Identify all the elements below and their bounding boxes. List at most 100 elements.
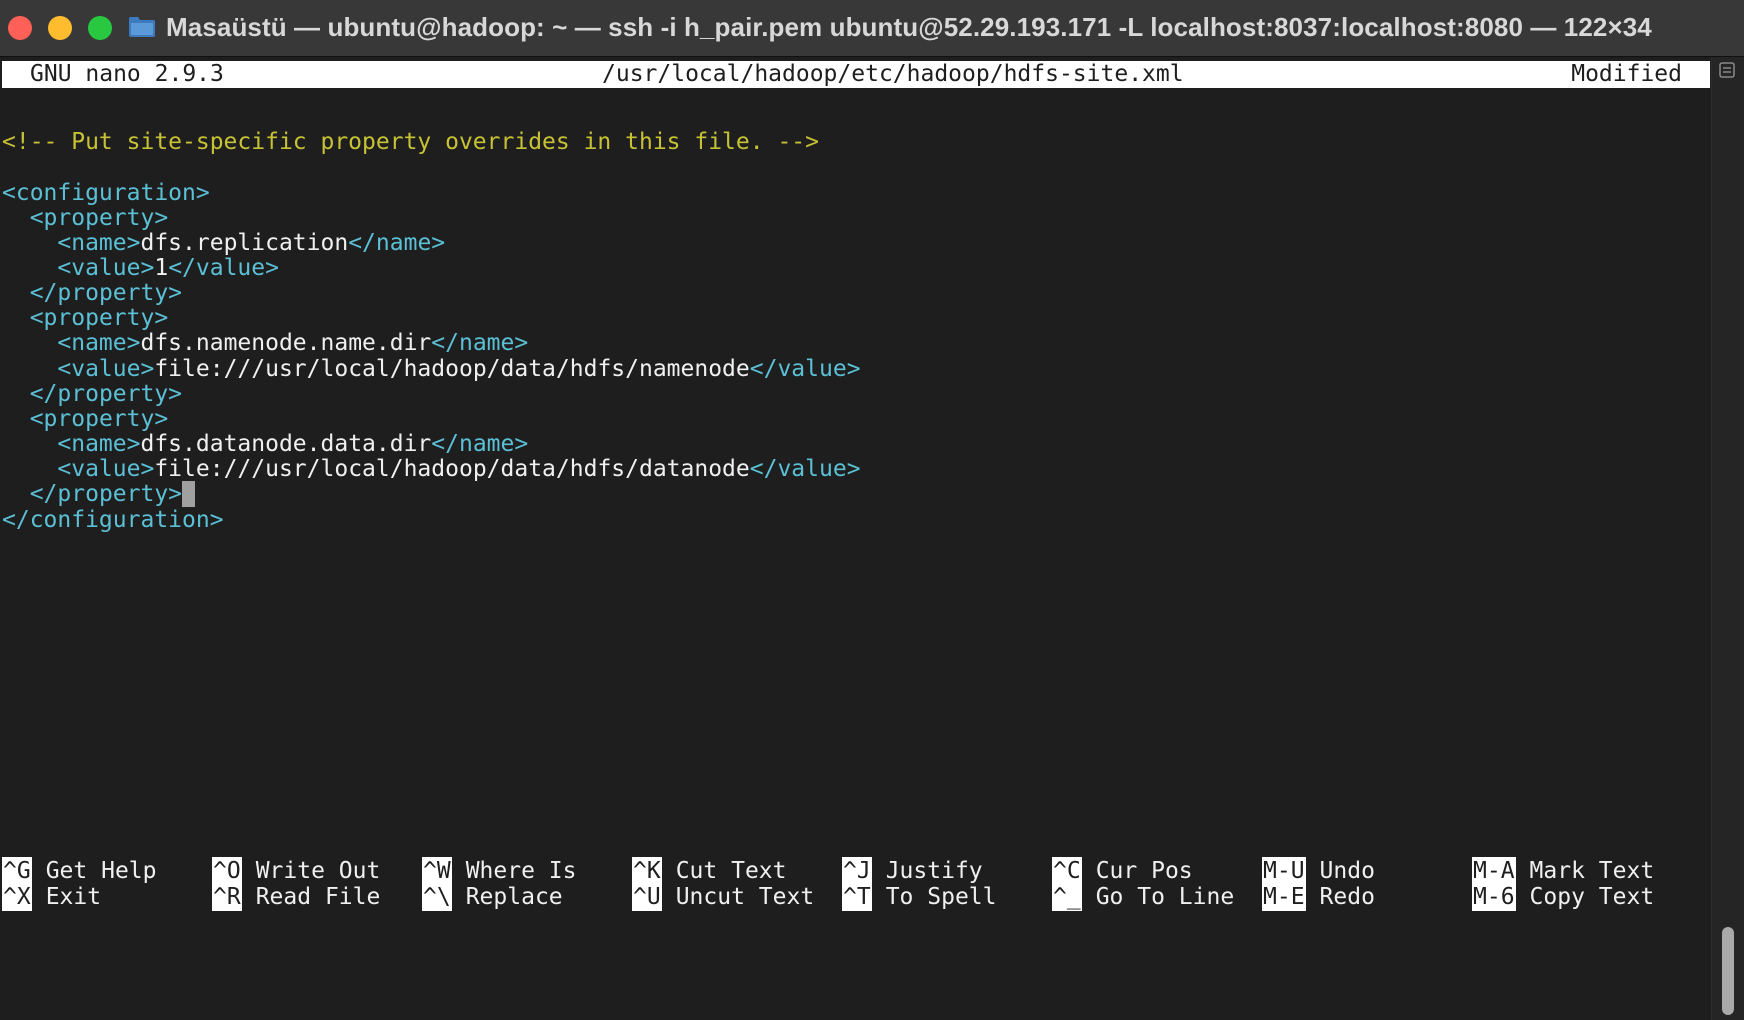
shortcut-justify[interactable]: ^J Justify xyxy=(842,857,983,885)
configuration-open-tag: <configuration> xyxy=(2,180,210,206)
property-value: file:///usr/local/hadoop/data/hdfs/datan… xyxy=(154,456,750,482)
shortcut-to-spell[interactable]: ^T To Spell xyxy=(842,883,996,911)
shortcut-exit[interactable]: ^X Exit xyxy=(2,883,101,911)
modified-status: Modified xyxy=(1571,61,1682,87)
value-close-tag: </value> xyxy=(749,456,861,482)
shortcut-key: ^R xyxy=(212,883,242,911)
list-icon[interactable] xyxy=(1719,62,1735,78)
shortcut-label: To Spell xyxy=(885,884,997,910)
property-open-tag: <property> xyxy=(29,205,169,231)
nano-version: GNU nano 2.9.3 xyxy=(30,61,224,87)
property-close-tag: </property> xyxy=(29,280,183,306)
text-cursor xyxy=(182,481,196,507)
shortcut-undo[interactable]: M-U Undo xyxy=(1262,857,1375,885)
shortcut-where-is[interactable]: ^W Where Is xyxy=(422,857,576,885)
window-title: Masaüstü — ubuntu@hadoop: ~ — ssh -i h_p… xyxy=(166,12,1652,42)
property-name: dfs.replication xyxy=(140,230,349,256)
value-close-tag: </value> xyxy=(749,356,861,382)
property-open-line: <property> xyxy=(2,204,168,232)
minimize-window-button[interactable] xyxy=(48,16,72,40)
value-line: <value>1</value> xyxy=(2,254,279,282)
shortcut-key: ^O xyxy=(212,857,242,885)
shortcut-label: Cur Pos xyxy=(1095,858,1193,884)
shortcut-label: Where Is xyxy=(465,858,577,884)
shortcut-go-to-line[interactable]: ^_ Go To Line xyxy=(1052,883,1234,911)
property-name: dfs.datanode.data.dir xyxy=(140,431,432,457)
value-open-tag: <value> xyxy=(57,255,155,281)
property-name: dfs.namenode.name.dir xyxy=(140,330,432,356)
value-line: <value>file:///usr/local/hadoop/data/hdf… xyxy=(2,355,861,383)
terminal-content[interactable]: GNU nano 2.9.3 /usr/local/hadoop/etc/had… xyxy=(0,57,1712,1020)
title-bar[interactable]: Masaüstü — ubuntu@hadoop: ~ — ssh -i h_p… xyxy=(0,0,1744,57)
shortcut-key: ^G xyxy=(2,857,32,885)
property-open-line: <property> xyxy=(2,304,168,332)
shortcut-label: Undo xyxy=(1319,858,1375,884)
close-window-button[interactable] xyxy=(8,16,32,40)
shortcut-label: Exit xyxy=(45,884,102,910)
property-close-line: </property> xyxy=(2,480,196,508)
property-open-line: <property> xyxy=(2,405,168,433)
shortcut-key: M-E xyxy=(1262,883,1306,911)
shortcut-label: Uncut Text xyxy=(675,884,815,910)
shortcut-label: Mark Text xyxy=(1529,858,1655,884)
shortcut-get-help[interactable]: ^G Get Help xyxy=(2,857,156,885)
shortcut-uncut-text[interactable]: ^U Uncut Text xyxy=(632,883,814,911)
value-open-tag: <value> xyxy=(57,356,155,382)
vertical-scrollbar[interactable] xyxy=(1711,57,1744,1020)
name-open-tag: <name> xyxy=(57,230,141,256)
terminal-window: Masaüstü — ubuntu@hadoop: ~ — ssh -i h_p… xyxy=(0,0,1744,1020)
shortcut-key: ^W xyxy=(422,857,452,885)
shortcut-label: Redo xyxy=(1319,884,1375,910)
value-close-tag: </value> xyxy=(168,255,279,281)
shortcut-key: M-6 xyxy=(1472,883,1516,911)
shortcut-label: Write Out xyxy=(255,858,381,884)
property-close-line: </property> xyxy=(2,279,182,307)
shortcut-label: Replace xyxy=(465,884,563,910)
shortcut-key: ^T xyxy=(842,883,872,911)
xml-comment-line: <!-- Put site-specific property override… xyxy=(2,129,819,155)
configuration-close-tag: </configuration> xyxy=(2,507,224,533)
shortcut-cut-text[interactable]: ^K Cut Text xyxy=(632,857,786,885)
shortcut-redo[interactable]: M-E Redo xyxy=(1262,883,1375,911)
name-close-tag: </name> xyxy=(431,431,529,457)
shortcut-key: ^C xyxy=(1052,857,1082,885)
value-open-tag: <value> xyxy=(57,456,155,482)
shortcut-write-out[interactable]: ^O Write Out xyxy=(212,857,380,885)
shortcut-key: ^K xyxy=(632,857,662,885)
folder-icon xyxy=(129,17,155,37)
shortcut-label: Read File xyxy=(255,884,381,910)
shortcut-label: Copy Text xyxy=(1529,884,1655,910)
shortcut-mark-text[interactable]: M-A Mark Text xyxy=(1472,857,1654,885)
file-path: /usr/local/hadoop/etc/hadoop/hdfs-site.x… xyxy=(602,61,1184,87)
shortcut-label: Cut Text xyxy=(675,858,787,884)
shortcut-key: M-A xyxy=(1472,857,1516,885)
zoom-window-button[interactable] xyxy=(88,16,112,40)
name-line: <name>dfs.datanode.data.dir</name> xyxy=(2,430,528,458)
scroll-thumb[interactable] xyxy=(1722,927,1734,1015)
property-close-tag: </property> xyxy=(29,481,183,507)
property-value: 1 xyxy=(154,255,169,281)
property-close-tag: </property> xyxy=(29,381,183,407)
shortcut-key: ^_ xyxy=(1052,883,1082,911)
property-open-tag: <property> xyxy=(29,406,169,432)
value-line: <value>file:///usr/local/hadoop/data/hdf… xyxy=(2,455,861,483)
name-line: <name>dfs.replication</name> xyxy=(2,229,445,257)
name-open-tag: <name> xyxy=(57,330,141,356)
name-close-tag: </name> xyxy=(431,330,529,356)
shortcut-label: Go To Line xyxy=(1095,884,1235,910)
name-line: <name>dfs.namenode.name.dir</name> xyxy=(2,329,528,357)
name-close-tag: </name> xyxy=(348,230,446,256)
name-open-tag: <name> xyxy=(57,431,141,457)
shortcut-copy-text[interactable]: M-6 Copy Text xyxy=(1472,883,1654,911)
shortcut-read-file[interactable]: ^R Read File xyxy=(212,883,380,911)
shortcut-key: ^\ xyxy=(422,883,452,911)
shortcut-replace[interactable]: ^\ Replace xyxy=(422,883,563,911)
shortcut-key: ^U xyxy=(632,883,662,911)
shortcut-key: ^J xyxy=(842,857,872,885)
nano-header-bar: GNU nano 2.9.3 /usr/local/hadoop/etc/had… xyxy=(2,61,1710,88)
shortcut-cur-pos[interactable]: ^C Cur Pos xyxy=(1052,857,1193,885)
shortcut-label: Justify xyxy=(885,858,983,884)
property-value: file:///usr/local/hadoop/data/hdfs/namen… xyxy=(154,356,750,382)
property-open-tag: <property> xyxy=(29,305,169,331)
property-close-line: </property> xyxy=(2,380,182,408)
